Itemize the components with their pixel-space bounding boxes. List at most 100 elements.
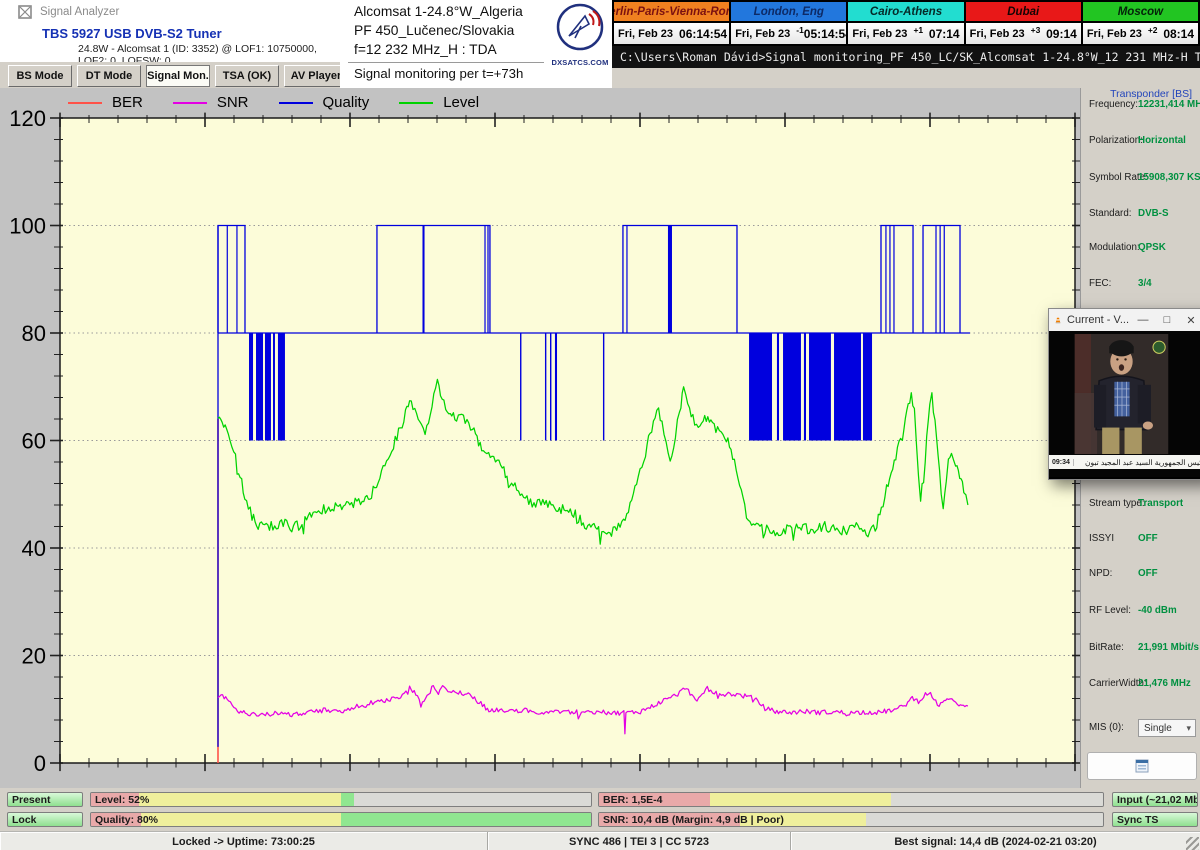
field-modulation-: Modulation:QPSK <box>1081 242 1200 256</box>
field-fec-: FEC:3/4 <box>1081 278 1200 292</box>
clock-utc-offset: -1 <box>796 25 804 35</box>
tab-tsa-ok-[interactable]: TSA (OK) <box>215 65 279 87</box>
signal-analyzer-window: Signal Analyzer TBS 5927 USB DVB-S2 Tune… <box>0 0 1200 850</box>
clock-date: Fri, Feb 23 <box>618 28 673 40</box>
snr-bar: SNR: 10,4 dB (Margin: 4,9 dB | Poor) <box>598 812 1104 827</box>
maximize-icon[interactable]: □ <box>1159 314 1175 327</box>
field-value: 15908,307 KS/s <box>1138 172 1200 183</box>
gauge-segment <box>866 813 1103 826</box>
clock-utc-offset: +1 <box>913 25 923 35</box>
clock-time: 07:14 <box>929 27 960 41</box>
clock-date: Fri, Feb 23 <box>970 28 1025 40</box>
clock-cairo-athens: Cairo-AthensFri, Feb 23+107:14 <box>848 2 965 44</box>
field-label: Polarization: <box>1089 135 1143 146</box>
clock-time: 05:14:54 <box>804 27 852 41</box>
clock-time-row: Fri, Feb 23+208:14 <box>1083 23 1198 44</box>
svg-text:100: 100 <box>9 214 46 239</box>
ticker-text: رئيس الجمهورية السيد عبد المجيد تبون <box>1074 458 1200 467</box>
chart-plot: 020406080100120 <box>0 88 1080 788</box>
quality-label: Quality: 80% <box>95 814 158 826</box>
clock-time-row: Fri, Feb 23+107:14 <box>848 23 963 44</box>
field-value: QPSK <box>1138 242 1166 253</box>
svg-text:20: 20 <box>22 644 46 669</box>
field-symbol-rate-: Symbol Rate:15908,307 KS/s <box>1081 172 1200 186</box>
annotation-line2: PF 450_Lučenec/Slovakia <box>354 23 548 38</box>
annotation-panel: Alcomsat 1-24.8°W_Algeria PF 450_Lučenec… <box>340 0 548 88</box>
ber-label: BER: 1,5E-4 <box>603 794 663 806</box>
resize-grip-icon[interactable] <box>1186 837 1199 850</box>
console-text: C:\Users\Roman Dávid>Signal monitoring_P… <box>620 50 1200 64</box>
tab-av-player[interactable]: AV Player <box>284 65 348 87</box>
legend-item-quality: Quality <box>279 94 370 111</box>
clock-berlin-paris-vienna-roma: Berlin-Paris-Vienna-RomaFri, Feb 2306:14… <box>614 2 731 44</box>
field-polarization-: Polarization:Horizontal <box>1081 135 1200 149</box>
quality-bar: Quality: 80% <box>90 812 592 827</box>
mis-select[interactable]: Single▾ <box>1138 719 1196 737</box>
gauge-segment <box>341 813 591 826</box>
clock-time: 08:14 <box>1163 27 1194 41</box>
tab-bs-mode[interactable]: BS Mode <box>8 65 72 87</box>
vlc-video-area[interactable]: 09:34 رئيس الجمهورية السيد عبد المجيد تب… <box>1049 331 1200 477</box>
field-standard-: Standard:DVB-S <box>1081 208 1200 222</box>
window-title: Signal Analyzer <box>40 6 119 18</box>
mis-select-value: Single <box>1144 723 1172 734</box>
lock-bar: Lock <box>7 812 83 827</box>
field-value: OFF <box>1138 533 1158 544</box>
field-stream-type-: Stream type:Transport <box>1081 498 1200 512</box>
clock-moscow: Moscow Fri, Feb 23+208:14 <box>1083 2 1198 44</box>
sync-bar: Sync TS <box>1112 812 1198 827</box>
clock-time: 09:14 <box>1046 27 1077 41</box>
ts-save-icon <box>1134 759 1150 773</box>
dxsatcs-logo-icon <box>555 2 605 52</box>
annotation-line3: f=12 232 MHz_H : TDA <box>354 42 548 57</box>
field-value: Transport <box>1138 498 1183 509</box>
ber-bar: BER: 1,5E-4 <box>598 792 1104 807</box>
field-label: BitRate: <box>1089 642 1124 653</box>
close-icon[interactable]: ✕ <box>1183 314 1199 327</box>
ts-record-button[interactable] <box>1087 752 1197 780</box>
field-value: 21,991 Mbit/s <box>1138 642 1199 653</box>
field-label: MIS (0): <box>1089 722 1124 733</box>
field-value: OFF <box>1138 568 1158 579</box>
legend-item-ber: BER <box>68 94 143 111</box>
tab-signal-mon-[interactable]: Signal Mon. <box>146 65 210 87</box>
signal-gauges: PresentLevel: 52%BER: 1,5E-4Input (~21,0… <box>0 788 1200 831</box>
field-label: Modulation: <box>1089 242 1140 253</box>
statusbar: Locked -> Uptime: 73:00:25 SYNC 486 | TE… <box>0 831 1200 850</box>
field-rf-level-: RF Level:-40 dBm <box>1081 605 1200 619</box>
svg-text:0: 0 <box>34 751 46 776</box>
gauge-segment <box>891 793 1103 806</box>
clock-date: Fri, Feb 23 <box>735 28 790 40</box>
vlc-window: Current - V... — □ ✕ <box>1048 308 1200 480</box>
present-bar: Present <box>7 792 83 807</box>
vlc-titlebar[interactable]: Current - V... — □ ✕ <box>1049 309 1200 331</box>
tab-dt-mode[interactable]: DT Mode <box>77 65 141 87</box>
statusbar-best-signal: Best signal: 14,4 dB (2024-02-21 03:20) <box>791 832 1200 850</box>
signal-chart: BERSNRQualityLevel 020406080100120 <box>0 88 1080 788</box>
clock-time-row: Fri, Feb 23+309:14 <box>966 23 1081 44</box>
dxsatcs-logo-text: DXSATCS.COM <box>548 58 612 67</box>
field-value: 21,476 MHz <box>1138 678 1191 689</box>
field-label: NPD: <box>1089 568 1112 579</box>
field-label: Stream type: <box>1089 498 1145 509</box>
legend-swatch <box>68 102 102 104</box>
svg-text:60: 60 <box>22 429 46 454</box>
field-frequency-: Frequency:12231,414 MHz <box>1081 99 1200 113</box>
window-titlebar[interactable]: Signal Analyzer <box>0 0 358 24</box>
clock-city: Dubai <box>966 2 1081 21</box>
clock-city: London, Eng <box>731 2 846 21</box>
legend-label: Quality <box>323 94 370 111</box>
gauge-segment <box>354 793 592 806</box>
present-label: Present <box>12 794 51 806</box>
clock-city: Moscow <box>1083 2 1198 21</box>
legend-item-level: Level <box>399 94 479 111</box>
app-icon <box>18 5 32 19</box>
clock-time-row: Fri, Feb 23-105:14:54 <box>731 23 846 44</box>
tuner-name: TBS 5927 USB DVB-S2 Tuner <box>42 26 340 41</box>
video-frame <box>1074 334 1168 454</box>
minimize-icon[interactable]: — <box>1135 314 1151 327</box>
clock-city: Cairo-Athens <box>848 2 963 21</box>
svg-text:40: 40 <box>22 536 46 561</box>
statusbar-uptime: Locked -> Uptime: 73:00:25 <box>0 832 488 850</box>
field-issyi: ISSYIOFF <box>1081 533 1200 547</box>
